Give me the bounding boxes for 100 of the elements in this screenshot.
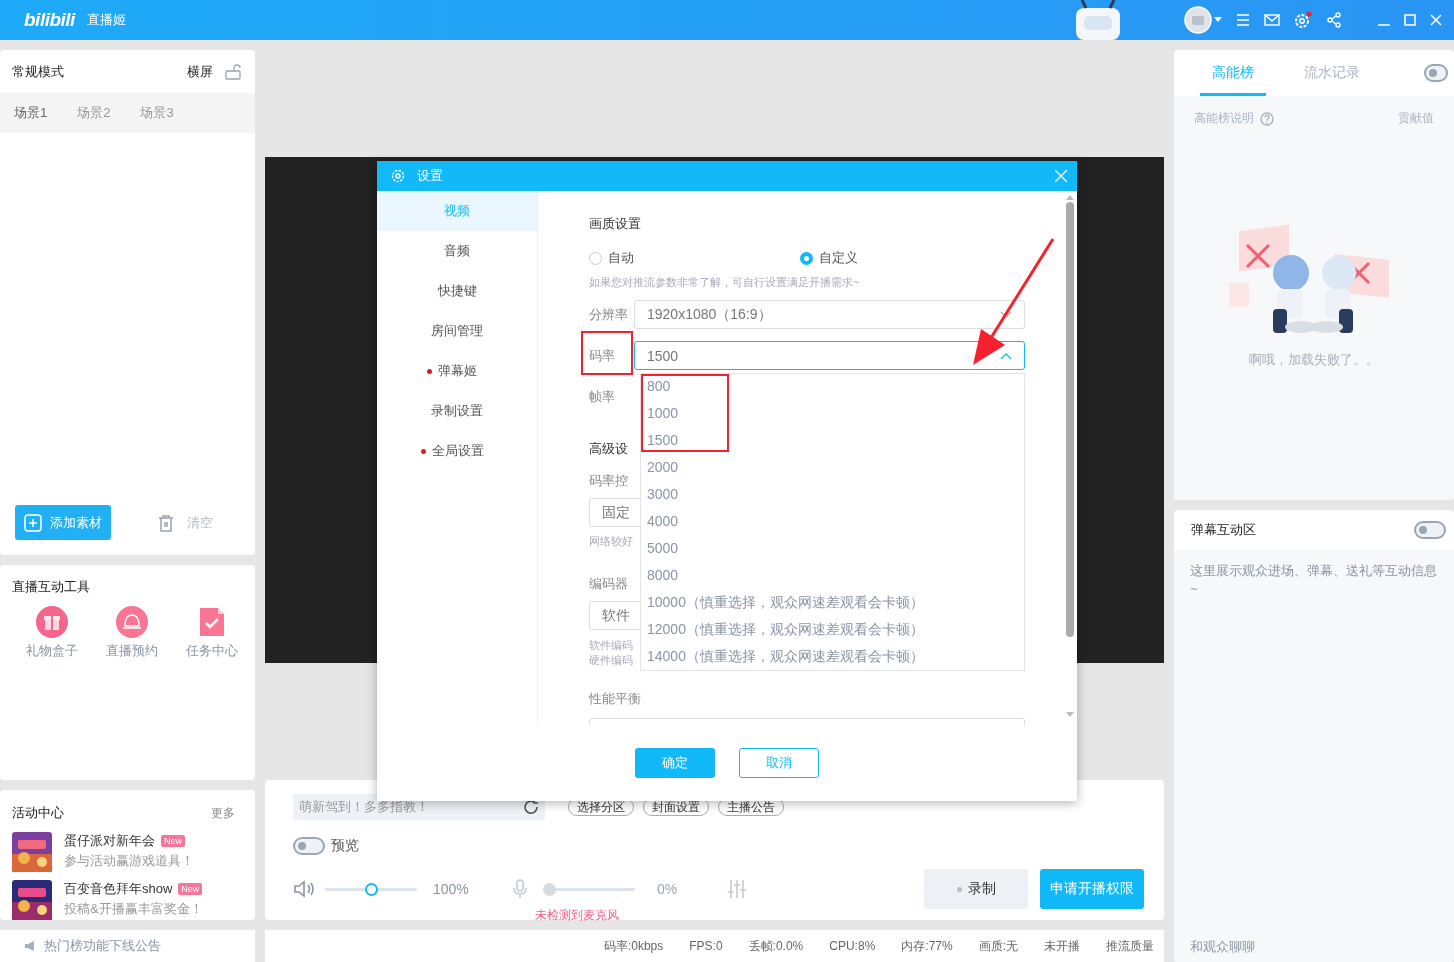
share-icon[interactable] xyxy=(1326,12,1342,28)
scroll-down-arrow-icon[interactable] xyxy=(1066,712,1074,717)
field-label: 码率 xyxy=(589,346,615,365)
field-label: 编码器 xyxy=(589,575,628,593)
section-title: 直播互动工具 xyxy=(11,578,91,596)
column-label: 贡献值 xyxy=(1398,110,1434,127)
maximize-icon[interactable] xyxy=(1404,14,1416,26)
bell-icon xyxy=(116,606,148,638)
dropdown-option[interactable]: 10000（慎重选择，观众网速差观看会卡顿） xyxy=(647,593,924,611)
mail-icon[interactable] xyxy=(1264,14,1280,26)
tool-item[interactable]: 直播预约 xyxy=(102,606,162,660)
volume-slider[interactable] xyxy=(325,882,417,896)
dropdown-option[interactable]: 800 xyxy=(647,377,671,395)
confirm-button[interactable]: 确定 xyxy=(635,748,715,778)
settings-icon xyxy=(391,169,405,183)
new-badge: New xyxy=(161,835,185,847)
dropdown-option[interactable]: 2000 xyxy=(647,458,679,476)
preview-toggle[interactable] xyxy=(293,837,325,855)
radio-option[interactable]: 自动 xyxy=(589,249,800,267)
dropdown-option[interactable]: 8000 xyxy=(647,566,679,584)
dropdown-option[interactable]: 5000 xyxy=(647,539,679,557)
danmaku-toggle[interactable] xyxy=(1414,521,1446,539)
chevron-down-icon xyxy=(1000,310,1012,319)
lock-icon[interactable] xyxy=(225,63,241,80)
record-button[interactable]: 录制 xyxy=(924,869,1028,909)
status-item: 推流质量 xyxy=(1106,937,1154,955)
mode-label: 常规模式 xyxy=(12,62,64,81)
activity-subtitle: 投稿&开播赢丰富奖金！ xyxy=(64,900,203,918)
tool-item[interactable]: 礼物盒子 xyxy=(22,606,82,660)
bitrate-select[interactable]: 1500 xyxy=(634,341,1025,370)
speaker-icon[interactable] xyxy=(293,880,315,898)
ranking-tab[interactable]: 流水记录 xyxy=(1292,53,1372,96)
settings-icon[interactable] xyxy=(1294,11,1312,29)
mixer-icon[interactable] xyxy=(727,880,747,898)
status-item: 丢帧:0.0% xyxy=(748,937,804,955)
nav-item[interactable]: 音频 xyxy=(377,231,537,271)
app-title: 直播姬 xyxy=(86,11,126,29)
trash-icon xyxy=(157,513,175,532)
chevron-up-icon xyxy=(1000,351,1012,360)
hint-text: 网络较好 xyxy=(589,534,633,549)
status-item: 画质:无 xyxy=(978,937,1018,955)
dropdown-option[interactable]: 3000 xyxy=(647,485,679,503)
chat-input[interactable]: 和观众聊聊 xyxy=(1190,930,1438,962)
scene-tab[interactable]: 场景1 xyxy=(14,104,48,122)
menu-icon[interactable] xyxy=(1236,14,1250,26)
status-item: CPU:8% xyxy=(829,939,876,953)
dropdown-option[interactable]: 1500 xyxy=(647,431,679,449)
app-logo: bilibili xyxy=(24,9,75,31)
dropdown-option[interactable]: 12000（慎重选择，观众网速差观看会卡顿） xyxy=(647,620,924,638)
help-link[interactable]: 高能榜说明 xyxy=(1194,110,1254,127)
section-title: 画质设置 xyxy=(589,215,642,233)
nav-item[interactable]: 视频 xyxy=(377,191,537,231)
add-source-button[interactable]: 添加素材 xyxy=(15,505,111,540)
scroll-up-arrow-icon[interactable] xyxy=(1066,195,1074,200)
plus-icon xyxy=(24,513,42,532)
preview-label: 预览 xyxy=(331,837,359,855)
scene-tab[interactable]: 场景2 xyxy=(77,104,111,122)
notice-text[interactable]: 热门榜功能下线公告 xyxy=(44,937,161,955)
status-item: 未开播 xyxy=(1044,937,1080,955)
nav-item[interactable]: 房间管理 xyxy=(377,311,537,351)
microphone-icon[interactable] xyxy=(513,879,527,899)
activity-title[interactable]: 百变音色拜年show xyxy=(64,880,173,898)
status-item: FPS:0 xyxy=(689,939,723,953)
microphone-reading: 0% xyxy=(657,881,679,897)
volume-reading: 100% xyxy=(433,881,470,897)
nav-item[interactable]: 全局设置 xyxy=(377,431,537,471)
field-label: 帧率 xyxy=(589,388,615,406)
avatar-icon[interactable] xyxy=(1184,6,1212,34)
resolution-select[interactable]: 1920x1080（16:9） xyxy=(634,300,1025,329)
dropdown-option[interactable]: 14000（慎重选择，观众网速差观看会卡顿） xyxy=(647,647,924,665)
hint-text: 硬件编码 xyxy=(589,653,633,668)
activity-title[interactable]: 蛋仔派对新年会 xyxy=(64,832,155,850)
field-label: 码率控 xyxy=(589,472,628,490)
microphone-slider[interactable] xyxy=(543,882,635,896)
tool-item[interactable]: 任务中心 xyxy=(182,606,242,660)
radio-option[interactable]: 自定义 xyxy=(800,249,1011,267)
more-link[interactable]: 更多 xyxy=(211,804,235,822)
caret-icon[interactable] xyxy=(1214,17,1222,23)
close-icon[interactable] xyxy=(1055,170,1067,182)
nav-item[interactable]: 弹幕姬 xyxy=(377,351,537,391)
help-icon[interactable] xyxy=(1260,111,1274,126)
nav-item[interactable]: 快捷键 xyxy=(377,271,537,311)
dropdown-option[interactable]: 4000 xyxy=(647,512,679,530)
nav-item[interactable]: 录制设置 xyxy=(377,391,537,431)
field-label: 分辨率 xyxy=(589,305,628,324)
dropdown-option[interactable]: 1000 xyxy=(647,404,679,422)
section-title: 活动中心 xyxy=(12,804,64,822)
refresh-icon[interactable] xyxy=(523,799,539,815)
close-icon[interactable] xyxy=(1430,14,1442,26)
cancel-button[interactable]: 取消 xyxy=(739,748,819,778)
scene-tab[interactable]: 场景3 xyxy=(140,104,174,122)
status-item: 码率:0kbps xyxy=(603,937,664,955)
apply-button[interactable]: 申请开播权限 xyxy=(1040,869,1144,909)
microphone-warning: 未检测到麦克风 xyxy=(535,907,619,924)
error-message: 啊哦，加载失败了。。 xyxy=(1249,351,1379,369)
clear-button[interactable]: 清空 xyxy=(157,513,213,532)
field-label: 性能平衡 xyxy=(589,690,641,708)
ranking-toggle[interactable] xyxy=(1424,64,1448,82)
highlight-box xyxy=(581,331,633,375)
orientation-toggle[interactable]: 横屏 xyxy=(187,62,213,81)
